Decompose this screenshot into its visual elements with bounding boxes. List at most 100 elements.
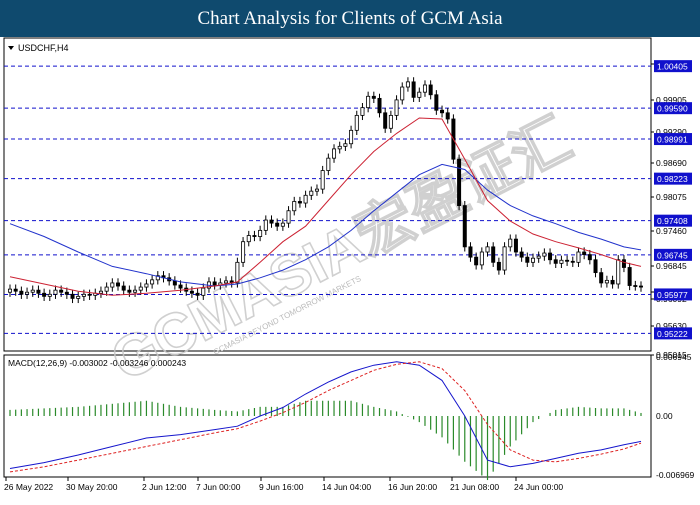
candle-body <box>468 246 473 258</box>
candle-body <box>76 295 81 299</box>
candle-body <box>536 255 541 259</box>
candle-body <box>201 287 206 296</box>
candle-body <box>59 289 64 293</box>
candle-body <box>235 261 240 284</box>
level-label: 0.95977 <box>657 290 688 300</box>
candle-body <box>411 81 416 98</box>
candle-body <box>116 282 121 287</box>
candle-body <box>42 292 47 297</box>
candle-body <box>246 235 251 243</box>
candle-body <box>457 158 462 207</box>
candle-body <box>599 272 604 284</box>
candle-body <box>36 289 41 294</box>
candle-body <box>332 148 337 159</box>
candle-body <box>13 288 18 292</box>
candle-body <box>639 285 644 288</box>
candle-body <box>81 293 86 297</box>
candle-body <box>445 112 450 120</box>
candle-body <box>565 259 570 262</box>
candle-body <box>337 145 342 150</box>
candle-body <box>519 251 524 258</box>
candle-body <box>53 289 58 295</box>
candle-body <box>394 99 399 116</box>
candle-body <box>485 246 490 253</box>
candle-body <box>178 284 183 289</box>
level-label: 0.95222 <box>657 329 688 339</box>
candle-body <box>269 219 274 224</box>
x-tick-label: 26 May 2022 <box>4 482 53 492</box>
x-tick-label: 30 May 20:00 <box>66 482 118 492</box>
candle-body <box>87 293 92 296</box>
candle-body <box>303 194 308 204</box>
price-tick-label: 0.96845 <box>656 261 687 271</box>
candle-body <box>530 257 535 263</box>
level-label: 0.98991 <box>657 135 688 145</box>
price-tick-label: 0.97460 <box>656 226 687 236</box>
candle-body <box>553 259 558 264</box>
chart-svg: GCMASIA宏盈证汇GCMASIA BEYOND TOMORROW MARKE… <box>3 37 695 492</box>
candle-body <box>616 259 621 285</box>
candle-body <box>150 279 155 285</box>
candle-body <box>25 291 30 295</box>
candle-body <box>593 259 598 274</box>
level-label: 0.98223 <box>657 174 688 184</box>
price-tick-label: 0.98075 <box>656 192 687 202</box>
candle-body <box>405 81 410 88</box>
candle-body <box>286 210 291 224</box>
x-tick-label: 14 Jun 04:00 <box>322 482 371 492</box>
candle-body <box>400 86 405 101</box>
candle-body <box>258 229 263 237</box>
x-tick-label: 2 Jun 12:00 <box>142 482 187 492</box>
price-panel-frame <box>3 37 652 352</box>
candle-body <box>133 289 138 293</box>
macd-tick-label: -0.006969 <box>656 470 695 480</box>
candle-body <box>309 190 314 196</box>
candle-body <box>582 251 587 255</box>
symbol-label: USDCHF,H4 <box>18 43 69 53</box>
candle-body <box>525 256 530 263</box>
level-label: 0.99590 <box>657 104 688 114</box>
candle-body <box>189 290 194 294</box>
candle-body <box>462 205 467 248</box>
candle-body <box>252 235 257 237</box>
candle-body <box>604 279 609 284</box>
candle-body <box>326 157 331 171</box>
candle-body <box>508 238 513 248</box>
level-label: 0.96745 <box>657 250 688 260</box>
candle-body <box>627 267 632 286</box>
candle-body <box>275 222 280 227</box>
candle-body <box>474 256 479 266</box>
candle-body <box>491 246 496 263</box>
candle-body <box>576 251 581 263</box>
candle-body <box>633 285 638 287</box>
level-label: 0.97408 <box>657 216 688 226</box>
candle-body <box>144 283 149 288</box>
candle-body <box>587 254 592 261</box>
candle-body <box>502 246 507 271</box>
candle-body <box>224 280 229 284</box>
candle-body <box>263 219 268 231</box>
candle-body <box>417 91 422 98</box>
candle-body <box>292 201 297 212</box>
candle-body <box>570 260 575 263</box>
candle-body <box>241 241 246 263</box>
candle-body <box>559 259 564 264</box>
candle-body <box>548 252 553 261</box>
candle-body <box>7 288 12 293</box>
candle-body <box>343 143 348 147</box>
candle-body <box>280 222 285 227</box>
candle-body <box>621 259 626 268</box>
candle-body <box>434 94 439 111</box>
candle-body <box>30 289 35 293</box>
candle-body <box>121 285 126 291</box>
chart-area: GCMASIA宏盈证汇 GCMASIA BEYOND TOMORROW MARKE… <box>0 37 700 500</box>
candle-body <box>47 293 52 297</box>
x-tick-label: 24 Jun 00:00 <box>514 482 563 492</box>
candle-body <box>64 291 69 295</box>
candle-body <box>354 114 359 131</box>
candle-body <box>513 238 518 253</box>
x-tick-label: 7 Jun 00:00 <box>196 482 241 492</box>
candle-body <box>349 129 354 145</box>
candle-body <box>610 279 615 285</box>
candle-body <box>320 170 325 190</box>
